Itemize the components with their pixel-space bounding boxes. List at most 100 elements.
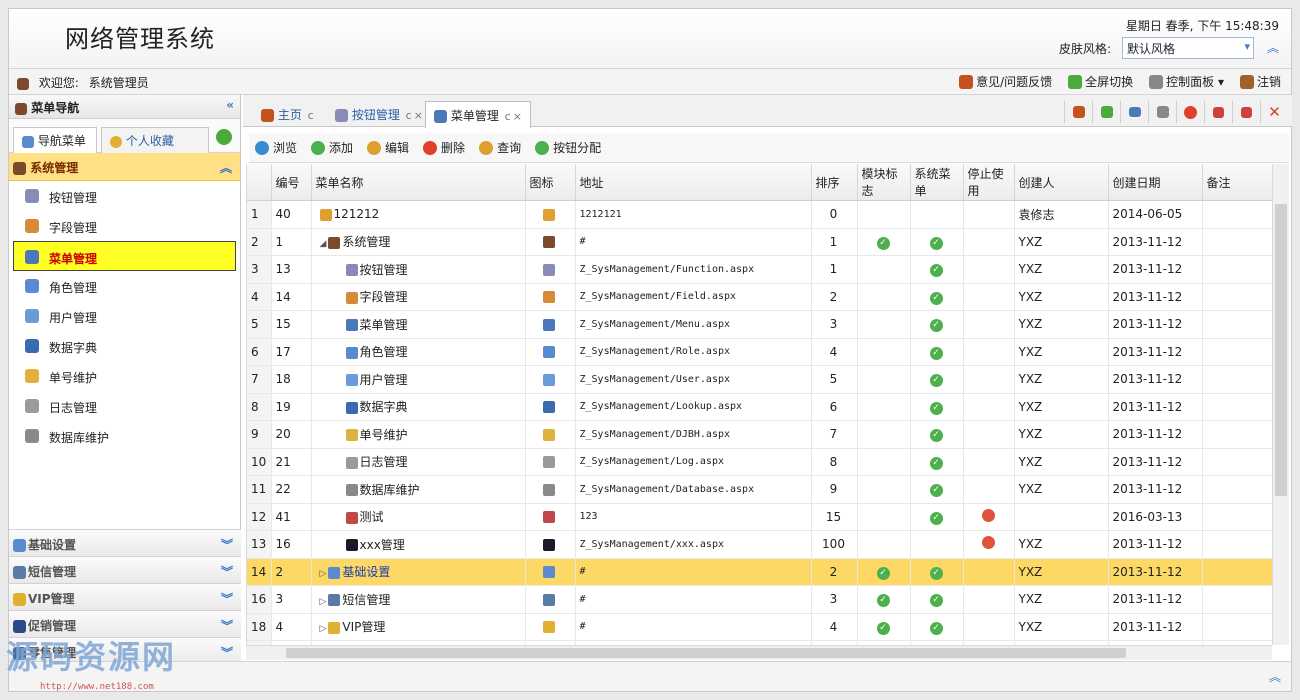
sidebar-item-2[interactable]: 菜单管理 xyxy=(13,241,236,271)
cell-sort: 100 xyxy=(811,530,858,559)
column-header[interactable]: 菜单名称 xyxy=(311,164,526,201)
column-header[interactable]: 排序 xyxy=(811,164,858,201)
cell-icon xyxy=(525,200,576,229)
sidebar-item-6[interactable]: 单号维护 xyxy=(9,361,240,391)
list-button[interactable] xyxy=(1148,101,1176,123)
table-row[interactable]: 8 19 数据字典 Z_SysManagement/Lookup.aspx 6 ✓ YXZ 2… xyxy=(247,393,1272,421)
table-row[interactable]: 5 15 菜单管理 Z_SysManagement/Menu.aspx 3 ✓ YXZ 201… xyxy=(247,310,1272,339)
toolbar-button-4[interactable]: 查询 xyxy=(479,139,521,156)
menu-item-icon xyxy=(25,250,39,264)
stop-icon xyxy=(981,508,995,522)
scroll-thumb[interactable] xyxy=(286,648,1126,658)
user-tool-2[interactable]: 控制面板 ▾ xyxy=(1149,73,1224,90)
column-header[interactable]: 图标 xyxy=(525,164,576,201)
column-header[interactable]: 创建日期 xyxy=(1108,164,1203,201)
column-header[interactable]: 系统菜单 xyxy=(910,164,964,201)
horizontal-scrollbar[interactable] xyxy=(246,645,1272,660)
toolbar-button-3[interactable]: 删除 xyxy=(423,139,465,156)
refresh-tab-icon[interactable]: c xyxy=(406,109,412,122)
accordion-1[interactable]: 短信管理 ︾ xyxy=(9,556,241,583)
table-row[interactable]: 11 22 数据库维护 Z_SysManagement/Database.aspx 9 ✓… xyxy=(247,475,1272,504)
welcome: 欢迎您: 系统管理员 xyxy=(17,74,155,91)
refresh-tab-icon[interactable]: c xyxy=(505,110,511,123)
sidebar-item-0[interactable]: 按钮管理 xyxy=(9,181,240,211)
toolbar-icon xyxy=(311,140,326,155)
toolbar-button-0[interactable]: 浏览 xyxy=(255,139,297,156)
watermark-url: http://www.net188.com xyxy=(40,682,154,692)
tab-favorites[interactable]: 个人收藏 xyxy=(101,127,209,153)
collapse-sidebar-icon[interactable]: « xyxy=(226,98,234,112)
close-icon[interactable]: × xyxy=(513,110,522,123)
table-row[interactable]: 3 13 按钮管理 Z_SysManagement/Function.aspx 1 ✓ YX… xyxy=(247,255,1272,284)
expand-toggle-icon[interactable]: ▷ xyxy=(320,624,327,634)
column-header[interactable]: 编号 xyxy=(271,164,312,201)
sidebar-item-4[interactable]: 用户管理 xyxy=(9,301,240,331)
expand-up-icon[interactable]: ︽ xyxy=(1269,668,1281,685)
expand-toggle-icon[interactable]: ◢ xyxy=(320,239,327,249)
grid-body: 1 40 121212 1212121 0 袁修志 2014-06-05 2 1 ◢ 系统管理 #1 ✓… xyxy=(247,200,1272,645)
column-header[interactable]: 创建人 xyxy=(1014,164,1109,201)
accordion-0[interactable]: 基础设置 ︾ xyxy=(9,529,241,556)
close-current-button[interactable] xyxy=(1176,101,1204,123)
cell-sort: 2 xyxy=(811,283,858,311)
user-tool-0[interactable]: 意见/问题反馈 xyxy=(959,73,1052,90)
tab-buttons[interactable]: 按钮管理 c × xyxy=(327,101,431,127)
toolbar-button-5[interactable]: 按钮分配 xyxy=(535,139,601,156)
home-button[interactable] xyxy=(1064,101,1092,123)
cell-id: 21 xyxy=(271,448,312,476)
collapse-header-icon[interactable]: ︽ xyxy=(1267,39,1279,56)
expand-toggle-icon[interactable]: ▷ xyxy=(320,597,327,607)
cell-id: 13 xyxy=(271,255,312,284)
tab-menu[interactable]: 菜单管理 c × xyxy=(425,101,531,128)
expand-toggle-icon[interactable]: ▷ xyxy=(320,569,327,579)
user-tool-3[interactable]: 注销 xyxy=(1239,73,1281,90)
cell-sort: 2 xyxy=(811,558,858,586)
close-all-button[interactable] xyxy=(1232,101,1260,123)
cell-sort: 3 xyxy=(811,310,858,339)
scroll-thumb[interactable] xyxy=(1275,204,1287,496)
column-header[interactable] xyxy=(247,164,272,201)
column-header[interactable]: 地址 xyxy=(575,164,812,201)
table-row[interactable]: 1 40 121212 1212121 0 袁修志 2014-06-05 xyxy=(247,200,1272,229)
table-row[interactable]: 2 1 ◢ 系统管理 #1 ✓ ✓ YXZ 2013-11-12 xyxy=(247,228,1272,256)
fullscreen-button[interactable] xyxy=(1092,101,1120,123)
table-row[interactable]: 7 18 用户管理 Z_SysManagement/User.aspx 5 ✓ YXZ 201… xyxy=(247,365,1272,394)
sidebar-item-8[interactable]: 数据库维护 xyxy=(9,421,240,451)
table-row[interactable]: 18 4 ▷ VIP管理 #4 ✓ ✓ YXZ 2013-11-12 xyxy=(247,613,1272,641)
check-icon: ✓ xyxy=(929,456,943,470)
skin-select[interactable]: 默认风格 ▾ xyxy=(1122,37,1254,59)
row-number: 7 xyxy=(247,365,272,394)
refresh-tab-icon[interactable]: c xyxy=(308,109,314,122)
column-header[interactable]: 模块标志 xyxy=(857,164,911,201)
user-tool-1[interactable]: 全屏切换 xyxy=(1068,73,1133,90)
table-row[interactable]: 16 3 ▷ 短信管理 #3 ✓ ✓ YXZ 2013-11-12 xyxy=(247,585,1272,614)
table-row[interactable]: 12 41 测试 123 15 ✓ 2016-03-13 xyxy=(247,503,1272,531)
table-row[interactable]: 6 17 角色管理 Z_SysManagement/Role.aspx 4 ✓ YXZ 201… xyxy=(247,338,1272,366)
table-row[interactable]: 4 14 字段管理 Z_SysManagement/Field.aspx 2 ✓ YXZ 20… xyxy=(247,283,1272,311)
refresh-icon[interactable] xyxy=(216,129,232,145)
toolbar-button-2[interactable]: 编辑 xyxy=(367,139,409,156)
table-row[interactable]: 9 20 单号维护 Z_SysManagement/DJBH.aspx 7 ✓ YXZ 201… xyxy=(247,420,1272,449)
vertical-scrollbar[interactable] xyxy=(1272,164,1289,645)
tab-home[interactable]: 主页 c xyxy=(253,101,322,127)
close-others-button[interactable] xyxy=(1204,101,1232,123)
cell-sys: ✓ xyxy=(910,613,964,641)
table-row[interactable]: 14 2 ▷ 基础设置 #2 ✓ ✓ YXZ 2013-11-12 xyxy=(247,558,1272,586)
sidebar-item-7[interactable]: 日志管理 xyxy=(9,391,240,421)
table-row[interactable]: 10 21 日志管理 Z_SysManagement/Log.aspx 8 ✓ YXZ 201… xyxy=(247,448,1272,476)
sidebar-group-system[interactable]: 系统管理 ︽ xyxy=(9,153,240,181)
sidebar-item-5[interactable]: 数据字典 xyxy=(9,331,240,361)
table-row[interactable]: 13 16 xxx管理 Z_SysManagement/xxx.aspx 100 YXZ 2… xyxy=(247,530,1272,559)
exit-button[interactable]: ✕ xyxy=(1260,101,1288,123)
toolbar-button-1[interactable]: 添加 xyxy=(311,139,353,156)
column-header[interactable]: 备注 xyxy=(1202,164,1272,201)
menu-icon xyxy=(345,374,358,387)
accordion-2[interactable]: VIP管理 ︾ xyxy=(9,583,241,610)
sidebar-item-3[interactable]: 角色管理 xyxy=(9,271,240,301)
column-header[interactable]: 停止使用 xyxy=(963,164,1015,201)
menu-icon xyxy=(542,511,555,524)
close-icon[interactable]: × xyxy=(414,109,423,122)
tab-nav-menu[interactable]: 导航菜单 xyxy=(13,127,97,154)
minimize-button[interactable] xyxy=(1120,101,1148,123)
sidebar-item-1[interactable]: 字段管理 xyxy=(9,211,240,241)
